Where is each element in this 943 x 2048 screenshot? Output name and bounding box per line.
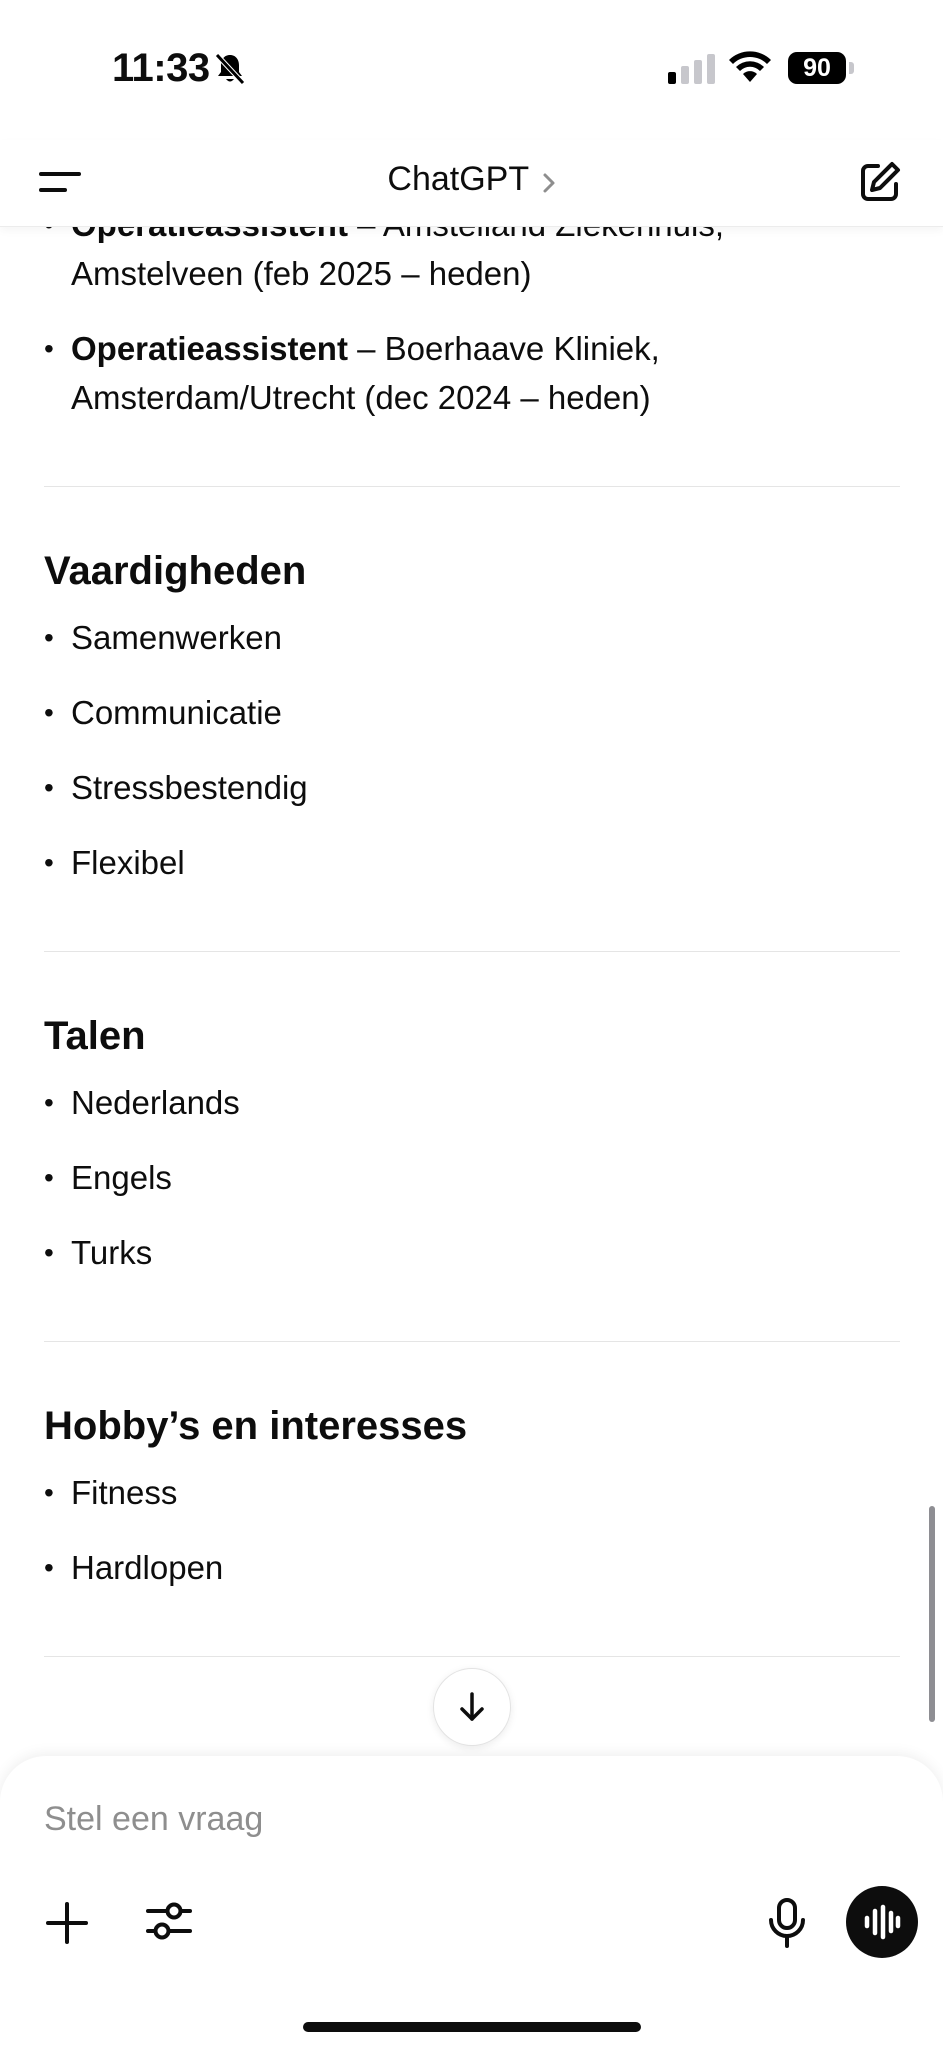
list-item: Turks: [44, 1228, 900, 1277]
chat-message-content: Operatieassistent – Amstelland Ziekenhui…: [44, 200, 900, 1657]
status-time: 11:33: [112, 46, 210, 90]
voice-mode-icon: [864, 1904, 901, 1940]
status-bar: 11:33 90: [0, 0, 943, 140]
compose-icon[interactable]: [856, 158, 904, 206]
arrow-down-icon: [460, 1692, 484, 1721]
list-item: Communicatie: [44, 688, 900, 737]
list-item: Nederlands: [44, 1078, 900, 1127]
scroll-to-bottom-button[interactable]: [433, 1668, 511, 1746]
cellular-signal-icon: [668, 54, 715, 84]
model-selector[interactable]: ChatGPT: [0, 160, 943, 199]
section-heading: Vaardigheden: [44, 549, 307, 593]
sliders-icon[interactable]: [144, 1896, 194, 1946]
list-item: Engels: [44, 1153, 900, 1202]
composer: [0, 1756, 943, 2048]
home-indicator[interactable]: [303, 2022, 641, 2032]
list-item: Hardlopen: [44, 1543, 900, 1592]
message-input[interactable]: [44, 1800, 864, 1839]
microphone-icon[interactable]: [762, 1896, 812, 1950]
list-item: Fitness: [44, 1468, 900, 1517]
list-item: Flexibel: [44, 838, 900, 887]
battery-tip: [849, 62, 854, 74]
section-divider: [44, 1656, 900, 1657]
plus-icon[interactable]: [42, 1898, 92, 1948]
bell-slash-icon: [215, 53, 245, 85]
list-item: Stressbestendig: [44, 763, 900, 812]
battery-icon: 90: [788, 52, 846, 84]
wifi-icon: [729, 51, 771, 82]
list-item: Samenwerken: [44, 613, 900, 662]
section-heading: Hobby’s en interesses: [44, 1404, 468, 1448]
chevron-right-icon: [543, 173, 555, 193]
nav-title: ChatGPT: [387, 160, 530, 198]
voice-mode-button[interactable]: [846, 1886, 918, 1958]
nav-bar: ChatGPT: [0, 140, 943, 227]
scrollbar-thumb[interactable]: [929, 1506, 935, 1722]
section-heading: Talen: [44, 1014, 146, 1058]
list-item-experience: Operatieassistent – Boerhaave Kliniek, A…: [44, 324, 900, 422]
